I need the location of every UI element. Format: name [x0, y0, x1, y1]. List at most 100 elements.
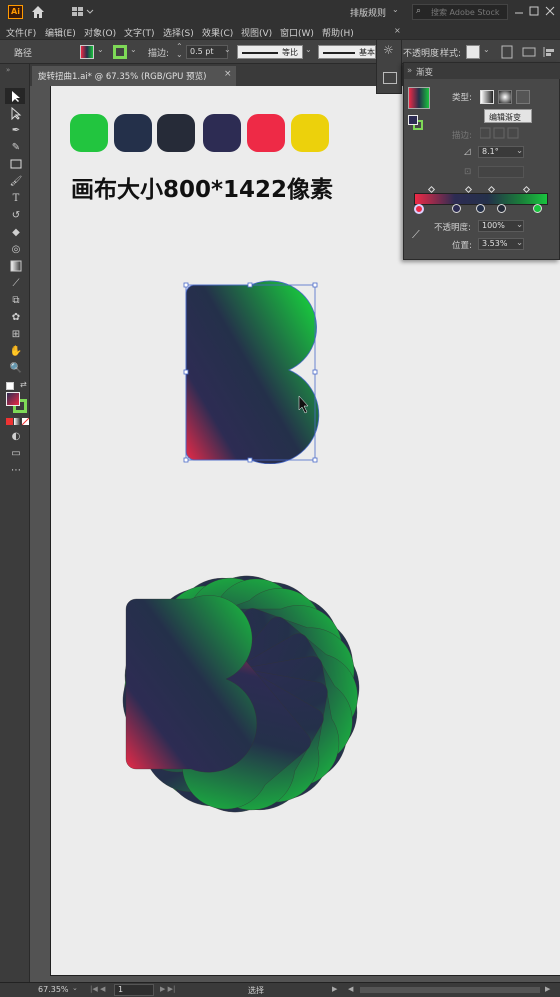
chevron-down-icon[interactable]: ⌄ — [516, 238, 523, 248]
menu-edit[interactable]: 编辑(E) — [45, 26, 76, 39]
horizontal-scrollbar[interactable] — [360, 987, 540, 993]
home-icon[interactable] — [30, 4, 46, 20]
color-mode-icon[interactable] — [6, 418, 13, 425]
screen-mode-icon[interactable]: ▭ — [8, 447, 24, 460]
page-field[interactable]: 1 — [114, 984, 154, 996]
variable-width-profile[interactable]: 等比 — [237, 45, 303, 59]
stroke-stepper-icon[interactable]: ⌃ ⌄ — [176, 43, 183, 59]
align-icon[interactable] — [542, 45, 556, 59]
hand-tool-icon[interactable]: ✋ — [8, 345, 24, 358]
next-page-icon[interactable]: ▶ ▶| — [160, 985, 175, 993]
menu-file[interactable]: 文件(F) — [6, 26, 36, 39]
midpoint-diamond[interactable] — [522, 185, 531, 194]
panel-icon[interactable] — [383, 72, 397, 84]
menu-type[interactable]: 文字(T) — [124, 26, 155, 39]
artboard-tool-icon[interactable]: ⊞ — [8, 328, 24, 341]
chevron-down-icon[interactable]: ⌄ — [516, 146, 523, 156]
eraser-tool-icon[interactable]: ◆ — [8, 226, 24, 239]
minimize-button[interactable] — [513, 5, 525, 17]
brush-definition[interactable]: 基本 — [318, 45, 376, 59]
zoom-level[interactable]: 67.35% — [38, 985, 69, 994]
rotated-b-rosette[interactable] — [51, 506, 451, 866]
type-tool-icon[interactable]: T — [8, 192, 24, 205]
sun-icon[interactable]: ☼ — [383, 43, 394, 57]
chevron-down-icon[interactable]: ⌄ — [305, 45, 312, 54]
menu-select[interactable]: 选择(S) — [163, 26, 194, 39]
gradient-preview-swatch[interactable] — [408, 87, 430, 109]
more-tools-icon[interactable]: ⋯ — [8, 464, 24, 477]
fill-stroke-selector[interactable] — [408, 115, 418, 125]
chevron-down-icon[interactable]: ⌄ — [130, 45, 137, 54]
chevron-down-icon[interactable]: ⌄ — [483, 45, 490, 54]
midpoint-diamond[interactable] — [487, 185, 496, 194]
first-page-icon[interactable]: |◀ ◀ — [90, 985, 105, 993]
fill-color-box[interactable] — [6, 392, 20, 406]
menu-window[interactable]: 窗口(W) — [280, 26, 314, 39]
color-stop[interactable] — [414, 204, 424, 214]
direct-selection-tool-icon[interactable] — [8, 106, 24, 121]
scroll-left-icon[interactable]: ◀ — [348, 985, 353, 993]
opacity-value: 100% — [482, 221, 505, 230]
curvature-tool-icon[interactable]: ✎ — [8, 141, 24, 154]
scroll-right-icon[interactable]: ▶ — [545, 985, 550, 993]
menu-effect[interactable]: 效果(C) — [202, 26, 233, 39]
midpoint-diamond[interactable] — [464, 185, 473, 194]
stroke-label: 描边: — [452, 131, 472, 141]
edit-gradient-button[interactable]: 编辑渐变 — [484, 109, 532, 123]
midpoint-diamond[interactable] — [427, 185, 436, 194]
zoom-tool-icon[interactable]: 🔍 — [8, 362, 24, 375]
symbol-sprayer-tool-icon[interactable]: ✿ — [8, 311, 24, 324]
color-stop[interactable] — [452, 204, 461, 213]
color-stop[interactable] — [476, 204, 485, 213]
fill-swatch[interactable] — [80, 45, 94, 59]
chevron-down-icon[interactable]: ⌄ — [516, 220, 523, 230]
gradient-tool-icon[interactable] — [8, 260, 24, 273]
default-colors-icon[interactable] — [6, 382, 14, 390]
blend-tool-icon[interactable]: ⧉ — [8, 294, 24, 307]
warp-tool-icon[interactable]: ◎ — [8, 243, 24, 256]
menu-help[interactable]: 帮助(H) — [322, 26, 354, 39]
document-setup-icon[interactable] — [500, 45, 514, 59]
gradient-mode-icon[interactable] — [14, 418, 21, 425]
chevron-down-icon[interactable]: ⌄ — [97, 45, 104, 54]
color-stop[interactable] — [497, 204, 506, 213]
color-stop[interactable] — [533, 204, 542, 213]
close-window-button[interactable] — [544, 5, 556, 17]
rotate-tool-icon[interactable]: ↺ — [8, 209, 24, 222]
eyedropper-icon[interactable]: ⟋ — [412, 228, 420, 242]
maximize-button[interactable] — [528, 5, 540, 17]
chevron-down-icon[interactable]: ⌄ — [72, 984, 78, 992]
workspace-switcher[interactable]: 排版规则 ⌄ — [344, 4, 404, 20]
stroke-gradient-buttons — [479, 127, 530, 139]
none-mode-icon[interactable] — [21, 417, 30, 426]
stroke-swatch[interactable] — [113, 45, 127, 59]
preferences-icon[interactable] — [522, 45, 536, 59]
panel-close-icon[interactable]: × — [394, 26, 401, 35]
rectangle-tool-icon[interactable] — [8, 158, 24, 171]
freeform-gradient-button[interactable] — [516, 90, 530, 104]
chevron-down-icon[interactable]: ⌄ — [224, 45, 231, 54]
stroke-weight-field[interactable]: 0.5 pt — [186, 45, 228, 59]
menu-object[interactable]: 对象(O) — [84, 26, 116, 39]
stock-search[interactable]: ⌕ 搜索 Adobe Stock — [412, 4, 508, 20]
status-bar: 67.35% ⌄ |◀ ◀ 1 ▶ ▶| 选择 ▶ ◀ ▶ — [0, 982, 560, 997]
panel-menu-icon[interactable]: » — [407, 66, 412, 76]
status-arrow-icon[interactable]: ▶ — [332, 985, 337, 993]
paintbrush-tool-icon[interactable]: 🖌 — [8, 175, 24, 188]
close-icon[interactable]: × — [224, 69, 232, 79]
color-swatch-charcoal — [157, 114, 195, 152]
selection-tool-icon[interactable] — [8, 90, 24, 103]
document-tab[interactable]: 旋转扭曲1.ai* @ 67.35% (RGB/GPU 预览) × — [32, 66, 236, 86]
arrange-documents-icon[interactable] — [72, 7, 94, 17]
linear-gradient-button[interactable] — [480, 90, 494, 104]
radial-gradient-button[interactable] — [498, 90, 512, 104]
menu-view[interactable]: 视图(V) — [241, 26, 272, 39]
pen-tool-icon[interactable]: ✒ — [8, 124, 24, 137]
eyedropper-tool-icon[interactable]: ⟋ — [8, 277, 24, 290]
selected-b-shape[interactable] — [181, 280, 321, 464]
swap-colors-icon[interactable]: ⇄ — [20, 380, 27, 389]
toolbar-collapse-icon[interactable]: » — [6, 66, 10, 74]
drawing-mode-icon[interactable]: ◐ — [8, 430, 24, 443]
style-swatch[interactable] — [466, 45, 480, 59]
title-bar: Ai 排版规则 ⌄ ⌕ 搜索 Adobe Stock — [0, 0, 560, 24]
